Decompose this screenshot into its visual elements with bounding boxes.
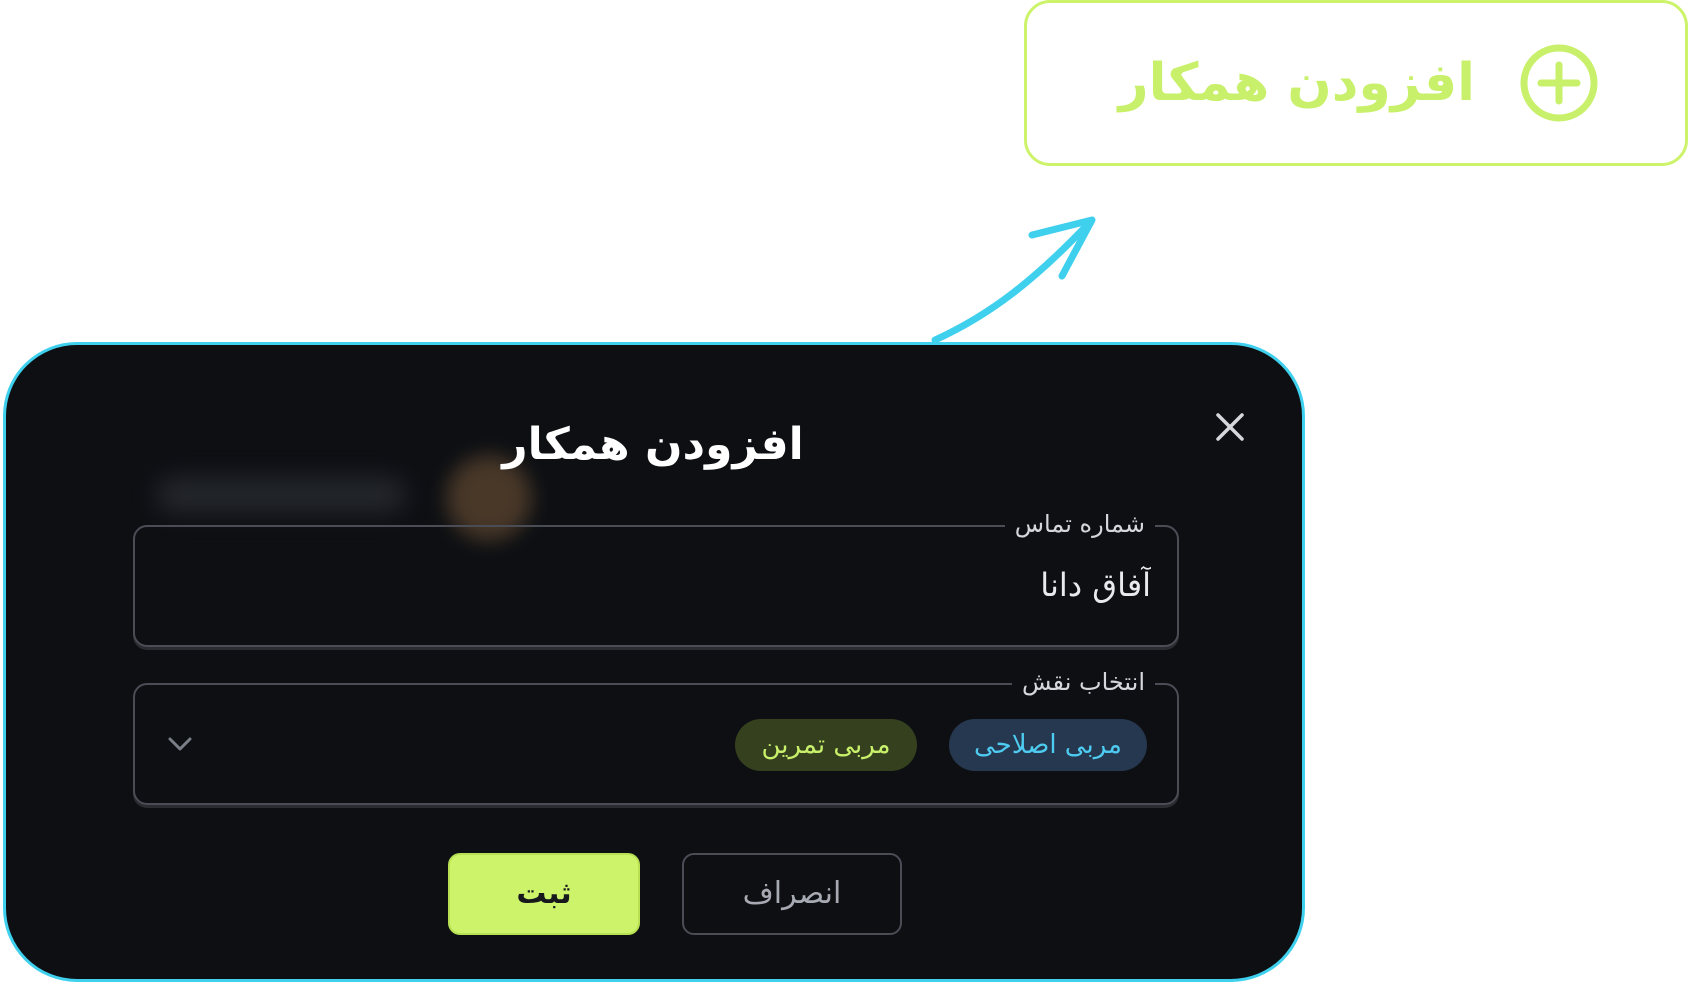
phone-field[interactable]: شماره تماس: [133, 507, 1179, 647]
role-select[interactable]: انتخاب نقش مربی اصلاحی مربی تمرین: [133, 665, 1179, 805]
add-colleague-dialog: افزودن همکار شماره تماس انتخاب نقش مربی …: [3, 342, 1305, 982]
cancel-button[interactable]: انصراف: [682, 853, 902, 935]
phone-input[interactable]: [249, 565, 1153, 605]
plus-circle-icon: [1520, 44, 1598, 122]
submit-button[interactable]: ثبت: [448, 853, 640, 935]
add-colleague-label: افزودن همکار: [1118, 53, 1475, 113]
add-colleague-button[interactable]: افزودن همکار: [1024, 0, 1688, 166]
close-icon[interactable]: [1210, 407, 1250, 447]
dialog-title: افزودن همکار: [502, 419, 804, 470]
stage: افزودن همکار افزودن همکار شماره تماس انت…: [0, 0, 1692, 984]
role-select-label: انتخاب نقش: [1011, 665, 1155, 699]
role-chip-corrective-coach[interactable]: مربی اصلاحی: [949, 719, 1147, 771]
role-chip-training-coach[interactable]: مربی تمرین: [735, 719, 917, 771]
chevron-down-icon[interactable]: [165, 733, 195, 755]
phone-field-label: شماره تماس: [1004, 507, 1155, 541]
